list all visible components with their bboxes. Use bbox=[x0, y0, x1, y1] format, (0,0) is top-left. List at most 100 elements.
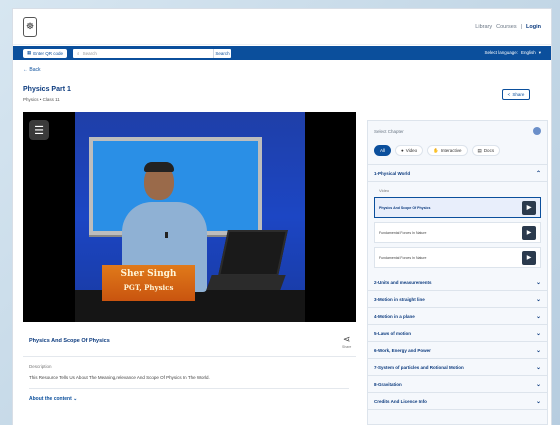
search-input[interactable]: ⌕ Search bbox=[73, 48, 214, 58]
chapter-title: 4-Motion in a plane bbox=[374, 313, 415, 319]
video-icon: ● bbox=[401, 148, 404, 153]
presenter-role: PGT, Physics bbox=[123, 283, 174, 292]
play-icon: ▶ bbox=[522, 225, 536, 240]
video-share-label: Share bbox=[342, 345, 352, 349]
search-icon: ⌕ bbox=[77, 50, 80, 56]
share-button[interactable]: < Share bbox=[502, 89, 530, 100]
select-chapter-label: Select Chapter bbox=[374, 128, 404, 134]
divider bbox=[29, 388, 349, 389]
laptop-base bbox=[206, 275, 286, 290]
chapter-title: 7-System of particles and Rotional Motio… bbox=[374, 364, 464, 370]
chevron-down-icon: ⌄ bbox=[535, 296, 541, 303]
chapter-title: 6-Work, Energy and Power bbox=[374, 347, 431, 353]
chevron-up-icon: ⌃ bbox=[535, 170, 541, 177]
presenter-hair bbox=[144, 162, 174, 172]
resource-item[interactable]: Physics And Scope Of Physics ▶ bbox=[374, 197, 541, 218]
chapter-panel: Select Chapter All ● Video ✋ Interactive… bbox=[367, 120, 548, 425]
filter-all[interactable]: All bbox=[374, 145, 392, 156]
chevron-down-icon: ⌄ bbox=[535, 381, 541, 388]
qr-icon: ▦ bbox=[27, 50, 32, 55]
separator: | bbox=[520, 23, 523, 30]
chapter-item[interactable]: 7-System of particles and Rotional Motio… bbox=[368, 359, 547, 376]
chevron-down-icon: ▾ bbox=[538, 50, 541, 55]
chapter-title: 2-Units and measurements bbox=[374, 279, 432, 285]
chevron-down-icon: ⌄ bbox=[535, 364, 541, 371]
docs-icon: ▤ bbox=[477, 147, 482, 153]
about-label: About the content bbox=[29, 396, 72, 402]
description-text: This Resource Tells Us About The Meaning… bbox=[29, 375, 210, 380]
video-title: Physics And Scope Of Physics bbox=[29, 338, 110, 344]
filter-video-label: Video bbox=[405, 148, 418, 153]
share-icon: < bbox=[507, 92, 511, 97]
language-label: Select language: bbox=[484, 50, 518, 55]
mic-icon bbox=[165, 232, 168, 238]
chapter-item[interactable]: 3-Motion in straight line ⌄ bbox=[368, 291, 547, 308]
chapter-title: 5-Laws of motion bbox=[374, 330, 411, 336]
resource-item[interactable]: Fundamental Forces In Nature ▶ bbox=[374, 247, 541, 268]
language-value: English bbox=[520, 50, 536, 55]
chapter-item[interactable]: 4-Motion in a plane ⌄ bbox=[368, 308, 547, 325]
chevron-down-icon: ⌄ bbox=[73, 396, 78, 402]
divider bbox=[23, 356, 356, 357]
video-player[interactable]: Sher Singh PGT, Physics ☰ bbox=[23, 112, 356, 322]
app-window: ☸ Library Courses | Login ▦ Enter QR cod… bbox=[13, 9, 551, 425]
chapter-header[interactable]: 1-Physical World ⌃ bbox=[368, 165, 547, 182]
chapter-item[interactable]: 2-Units and measurements ⌄ bbox=[368, 274, 547, 291]
filter-video[interactable]: ● Video bbox=[395, 145, 424, 156]
chapter-title: 1-Physical World bbox=[374, 170, 411, 176]
arrow-left-icon: ← bbox=[23, 67, 28, 73]
chapter-title: Credits And Licence Info bbox=[374, 398, 427, 404]
share-icon: ⋖ bbox=[342, 334, 351, 344]
presenter-name: Sher Singh bbox=[120, 269, 177, 279]
share-label: Share bbox=[512, 92, 525, 97]
chapter-1: 1-Physical World ⌃ Video Physics And Sco… bbox=[368, 164, 547, 268]
play-icon: ▶ bbox=[522, 200, 536, 215]
top-links: Library Courses | Login bbox=[475, 24, 541, 30]
panel-header: Select Chapter bbox=[368, 121, 547, 141]
back-label: Back bbox=[29, 67, 41, 73]
resource-title: Fundamental Forces In Nature bbox=[379, 255, 427, 260]
filter-docs-label: Docs bbox=[483, 148, 495, 153]
filter-docs[interactable]: ▤ Docs bbox=[471, 145, 501, 156]
chevron-down-icon: ⌄ bbox=[535, 279, 541, 286]
chevron-down-icon: ⌄ bbox=[535, 330, 541, 337]
laptop-icon bbox=[218, 230, 288, 276]
chapter-item[interactable]: 8-Gravitation ⌄ bbox=[368, 376, 547, 393]
filter-interactive[interactable]: ✋ Interactive bbox=[427, 145, 468, 156]
filter-all-label: All bbox=[380, 148, 386, 153]
emblem-icon[interactable]: ☸ bbox=[23, 16, 37, 37]
language-select[interactable]: Select language: English ▾ bbox=[484, 50, 541, 56]
resource-title: Physics And Scope Of Physics bbox=[379, 205, 431, 210]
video-share-button[interactable]: ⋖ Share bbox=[342, 334, 351, 349]
search-button[interactable]: Search bbox=[213, 48, 232, 58]
top-header: ☸ Library Courses | Login bbox=[13, 9, 551, 45]
filter-tabs: All ● Video ✋ Interactive ▤ Docs bbox=[368, 141, 547, 160]
search-bar: ▦ Enter QR code ⌕ Search Search Select l… bbox=[13, 46, 551, 60]
chapter-item[interactable]: 5-Laws of motion ⌄ bbox=[368, 325, 547, 342]
chapter-item[interactable]: Credits And Licence Info ⌄ bbox=[368, 393, 547, 410]
chevron-down-icon: ⌄ bbox=[535, 398, 541, 405]
chevron-down-icon: ⌄ bbox=[535, 347, 541, 354]
interactive-icon: ✋ bbox=[433, 147, 439, 153]
chapter-item[interactable]: 6-Work, Energy and Power ⌄ bbox=[368, 342, 547, 359]
page-subtitle: Physics • Class 11 bbox=[23, 97, 60, 102]
play-icon: ▶ bbox=[522, 250, 536, 265]
info-icon[interactable] bbox=[533, 127, 541, 135]
resource-item[interactable]: Fundamental Forces In Nature ▶ bbox=[374, 222, 541, 243]
link-courses[interactable]: Courses bbox=[496, 24, 516, 30]
qr-code-button[interactable]: ▦ Enter QR code bbox=[23, 48, 68, 58]
description-label: Description bbox=[29, 364, 52, 369]
back-link[interactable]: ← Back bbox=[23, 67, 41, 73]
menu-icon[interactable]: ☰ bbox=[29, 120, 49, 140]
chapter-title: 8-Gravitation bbox=[374, 381, 402, 387]
chapter-list: 2-Units and measurements ⌄ 3-Motion in s… bbox=[368, 274, 547, 410]
video-caption: Sher Singh PGT, Physics bbox=[102, 265, 195, 301]
chevron-down-icon: ⌄ bbox=[535, 313, 541, 320]
about-content-toggle[interactable]: About the content ⌄ bbox=[29, 396, 77, 402]
filter-interactive-label: Interactive bbox=[440, 148, 462, 153]
search-placeholder: Search bbox=[82, 50, 97, 56]
chapter-title: 3-Motion in straight line bbox=[374, 296, 425, 302]
qr-label: Enter QR code bbox=[33, 50, 64, 56]
login-link[interactable]: Login bbox=[526, 24, 541, 30]
link-library[interactable]: Library bbox=[475, 24, 492, 30]
